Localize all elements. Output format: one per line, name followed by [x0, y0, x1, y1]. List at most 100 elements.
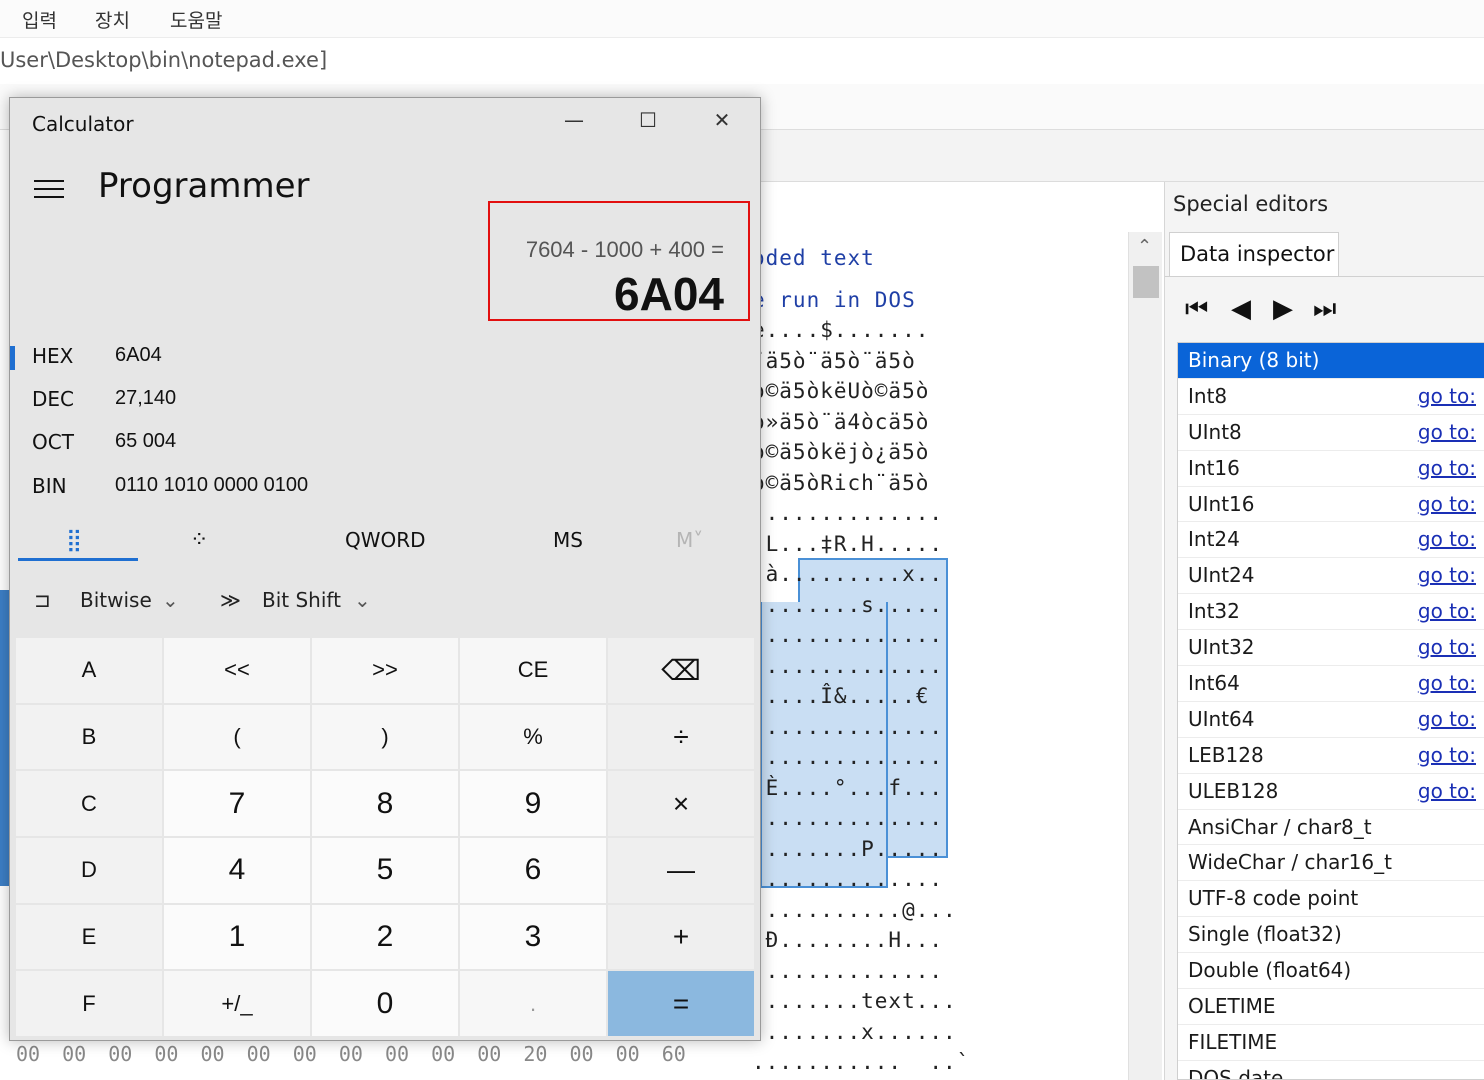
inspector-row[interactable]: WideChar / char16_t [1178, 845, 1484, 882]
memory-store-button[interactable]: MS [553, 528, 583, 552]
special-editors-panel: Special editors Data inspector ⏮ ◀ ▶ ⏭ B… [1164, 182, 1484, 1080]
inspector-row[interactable]: LEB128 go to: [1178, 738, 1484, 774]
tab-data-inspector[interactable]: Data inspector [1169, 232, 1339, 276]
go-to-link[interactable]: go to: [1418, 599, 1476, 623]
key-2-4[interactable]: % [460, 704, 606, 770]
hex-text-line: .............. [752, 501, 944, 525]
last-icon[interactable]: ⏭ [1313, 294, 1336, 325]
inspector-row[interactable]: OLETIME [1178, 989, 1484, 1025]
inspector-row[interactable]: Int16 go to: [1178, 451, 1484, 487]
scroll-up-icon[interactable]: ⌃ [1137, 236, 1152, 257]
key-2-1[interactable]: B [16, 704, 162, 770]
memory-recall-button[interactable]: M˅ [676, 528, 703, 552]
close-icon[interactable]: ✕ [702, 108, 742, 132]
key-6-2[interactable]: +/_ [164, 971, 310, 1036]
menu-input[interactable]: 입력 [22, 6, 57, 33]
key-4-5[interactable]: — [608, 837, 754, 903]
go-to-link[interactable]: go to: [1418, 492, 1476, 516]
key-3-4[interactable]: 9 [460, 771, 606, 836]
hamburger-menu-icon[interactable] [34, 180, 64, 200]
chevron-down-icon[interactable]: ⌄ [354, 588, 371, 612]
next-icon[interactable]: ▶ [1273, 294, 1293, 324]
go-to-link[interactable]: go to: [1418, 420, 1476, 444]
key-1-2[interactable]: << [164, 638, 310, 703]
go-to-link[interactable]: go to: [1418, 384, 1476, 408]
bit-shift-dropdown[interactable]: Bit Shift [262, 588, 341, 612]
inspector-row[interactable]: ULEB128 go to: [1178, 774, 1484, 810]
go-to-link[interactable]: go to: [1418, 743, 1476, 767]
go-to-link[interactable]: go to: [1418, 456, 1476, 480]
inspector-type-label: UInt24 [1188, 563, 1255, 588]
key-6-5[interactable]: = [608, 971, 754, 1036]
inspector-row[interactable]: Int8 go to: [1178, 379, 1484, 415]
full-keypad-icon[interactable]: ⣿ [66, 528, 82, 553]
go-to-link[interactable]: go to: [1418, 527, 1476, 551]
scrollbar-thumb[interactable] [1133, 266, 1159, 298]
inspector-row[interactable]: Int32 go to: [1178, 594, 1484, 631]
hex-vertical-scrollbar[interactable]: ⌃ [1128, 232, 1162, 1080]
radix-oct[interactable]: OCT 65 004 [10, 424, 750, 464]
go-to-link[interactable]: go to: [1418, 635, 1476, 659]
menu-device[interactable]: 장치 [95, 6, 130, 33]
inspector-type-label: LEB128 [1188, 742, 1264, 767]
radix-dec[interactable]: DEC 27,140 [10, 381, 750, 421]
first-icon[interactable]: ⏮ [1185, 294, 1208, 325]
key-6-3[interactable]: 0 [312, 971, 458, 1036]
hex-text-line: .............. [752, 623, 944, 647]
key-5-2[interactable]: 1 [164, 904, 310, 970]
inspector-row[interactable]: Int64 go to: [1178, 666, 1484, 702]
go-to-link[interactable]: go to: [1418, 779, 1476, 803]
go-to-link[interactable]: go to: [1418, 671, 1476, 695]
bit-toggle-keypad-icon[interactable]: ⁘ [190, 528, 208, 553]
key-5-4[interactable]: 3 [460, 904, 606, 970]
hex-text-line: ........... ..` [752, 1050, 971, 1074]
word-size-button[interactable]: QWORD [345, 528, 426, 552]
go-to-link[interactable]: go to: [1418, 563, 1476, 587]
inspector-row[interactable]: Int24 go to: [1178, 522, 1484, 559]
key-6-4[interactable]: . [460, 971, 606, 1036]
inspector-row[interactable]: AnsiChar / char8_t [1178, 810, 1484, 846]
key-1-5[interactable]: ⌫ [608, 638, 754, 703]
inspector-row[interactable]: UInt8 go to: [1178, 415, 1484, 451]
bitwise-dropdown[interactable]: Bitwise [80, 588, 152, 612]
inspector-row[interactable]: Binary (8 bit) [1178, 343, 1484, 379]
maximize-icon[interactable]: ☐ [628, 108, 668, 132]
inspector-row[interactable]: Single (float32) [1178, 917, 1484, 954]
key-2-5[interactable]: ÷ [608, 704, 754, 770]
key-4-1[interactable]: D [16, 837, 162, 903]
key-4-3[interactable]: 5 [312, 837, 458, 903]
key-5-5[interactable]: + [608, 904, 754, 970]
key-3-5[interactable]: × [608, 771, 754, 836]
key-1-3[interactable]: >> [312, 638, 458, 703]
inspector-row[interactable]: FILETIME [1178, 1025, 1484, 1061]
inspector-row[interactable]: UInt24 go to: [1178, 558, 1484, 595]
key-3-2[interactable]: 7 [164, 771, 310, 836]
inspector-row[interactable]: DOS date [1178, 1061, 1484, 1079]
key-4-2[interactable]: 4 [164, 837, 310, 903]
data-inspector-list[interactable]: Binary (8 bit) Int8 go to: UInt8 go to: Int16… [1177, 342, 1484, 1080]
radix-bin[interactable]: BIN 0110 1010 0000 0100 [10, 468, 750, 508]
key-3-1[interactable]: C [16, 771, 162, 836]
inspector-row[interactable]: UInt64 go to: [1178, 702, 1484, 738]
menu-help[interactable]: 도움말 [170, 6, 222, 33]
inspector-row[interactable]: UInt16 go to: [1178, 487, 1484, 523]
key-1-1[interactable]: A [16, 638, 162, 703]
inspector-type-label: WideChar / char16_t [1188, 850, 1392, 875]
key-5-1[interactable]: E [16, 904, 162, 970]
prev-icon[interactable]: ◀ [1231, 294, 1251, 324]
key-1-4[interactable]: CE [460, 638, 606, 703]
key-4-4[interactable]: 6 [460, 837, 606, 903]
inspector-row[interactable]: Double (float64) [1178, 953, 1484, 990]
minimize-icon[interactable]: — [554, 108, 594, 132]
key-2-3[interactable]: ) [312, 704, 458, 770]
go-to-link[interactable]: go to: [1418, 707, 1476, 731]
hex-bytes-row: 00 00 00 00 00 00 00 00 00 00 00 20 00 0… [16, 1042, 686, 1066]
inspector-row[interactable]: UInt32 go to: [1178, 630, 1484, 667]
chevron-down-icon[interactable]: ⌄ [162, 588, 179, 612]
key-2-2[interactable]: ( [164, 704, 310, 770]
inspector-row[interactable]: UTF-8 code point [1178, 881, 1484, 918]
key-3-3[interactable]: 8 [312, 771, 458, 836]
radix-hex[interactable]: HEX 6A04 [10, 338, 750, 378]
key-5-3[interactable]: 2 [312, 904, 458, 970]
key-6-1[interactable]: F [16, 971, 162, 1036]
